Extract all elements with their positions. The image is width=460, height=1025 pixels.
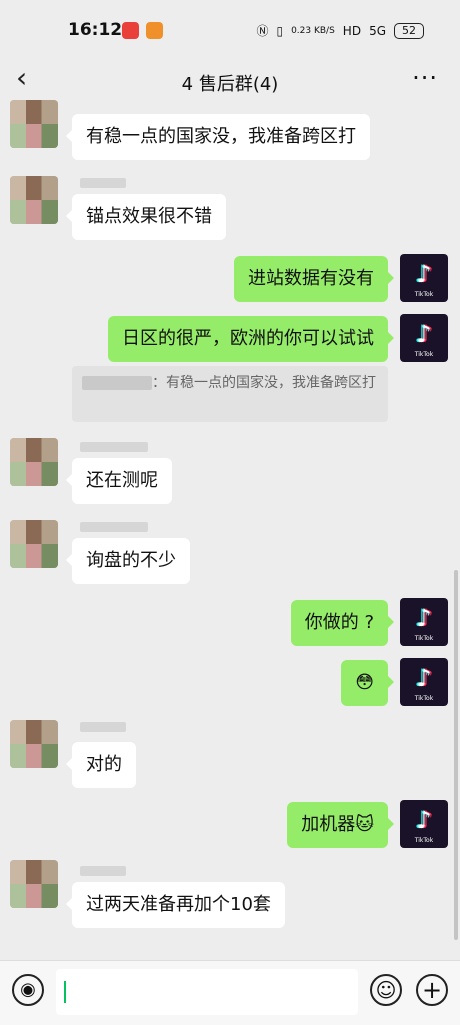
network-speed: 0.23 KB/S bbox=[291, 25, 335, 36]
scrollbar[interactable] bbox=[454, 570, 458, 940]
avatar[interactable]: ♪ TikTok bbox=[400, 658, 448, 706]
sender-name bbox=[80, 722, 126, 732]
nfc-icon: Ⓝ bbox=[256, 24, 269, 38]
avatar[interactable]: ♪ TikTok bbox=[400, 598, 448, 646]
avatar[interactable]: ♪ TikTok bbox=[400, 314, 448, 362]
sender-name bbox=[80, 522, 148, 532]
message-bubble[interactable]: 还在测呢 bbox=[66, 458, 172, 504]
hd-icon: HD bbox=[342, 23, 362, 38]
chat-header: ‹ 4 售后群(4) ··· bbox=[0, 52, 460, 108]
chat-title: 4 售后群(4) bbox=[181, 74, 279, 95]
message-bubble[interactable]: 加机器🐱 bbox=[287, 802, 394, 848]
avatar[interactable]: ♪ TikTok bbox=[400, 800, 448, 848]
message-bubble[interactable]: 对的 bbox=[66, 742, 136, 788]
battery-level: 52 bbox=[394, 22, 424, 39]
avatar[interactable]: ♪ TikTok bbox=[400, 254, 448, 302]
vibrate-icon: ▯ bbox=[276, 23, 284, 38]
message-bubble[interactable]: 有稳一点的国家没，我准备跨区打 bbox=[66, 114, 370, 160]
message-bubble[interactable]: 锚点效果很不错 bbox=[66, 194, 226, 240]
tiktok-icon: ♪ bbox=[416, 664, 432, 692]
avatar[interactable] bbox=[10, 438, 58, 486]
tiktok-icon: ♪ bbox=[416, 260, 432, 288]
avatar[interactable] bbox=[10, 720, 58, 768]
tiktok-icon: ♪ bbox=[416, 320, 432, 348]
tiktok-icon: ♪ bbox=[416, 806, 432, 834]
message-input[interactable] bbox=[56, 969, 358, 1015]
message-bubble[interactable]: 😳 bbox=[341, 660, 394, 706]
avatar[interactable] bbox=[10, 520, 58, 568]
sender-name bbox=[80, 178, 126, 188]
message-bubble[interactable]: 日区的很严，欧洲的你可以试试 bbox=[108, 316, 394, 362]
message-bubble[interactable]: 进站数据有没有 bbox=[234, 256, 394, 302]
app-notification-icon bbox=[122, 22, 139, 39]
message-bubble[interactable]: 询盘的不少 bbox=[66, 538, 190, 584]
avatar[interactable] bbox=[10, 176, 58, 224]
status-indicators: Ⓝ ▯ 0.23 KB/S HD 5G 52 bbox=[256, 22, 424, 39]
sender-name bbox=[80, 442, 148, 452]
voice-icon[interactable]: ◉ bbox=[12, 974, 44, 1006]
signal-icon: 5G bbox=[369, 23, 386, 38]
more-icon[interactable]: ··· bbox=[412, 64, 438, 92]
plus-icon[interactable]: + bbox=[416, 974, 448, 1006]
status-time: 16:12 bbox=[68, 20, 123, 40]
blurred-name bbox=[82, 376, 152, 390]
sender-name bbox=[80, 866, 126, 876]
status-bar: 16:12 Ⓝ ▯ 0.23 KB/S HD 5G 52 bbox=[0, 0, 460, 52]
avatar[interactable] bbox=[10, 860, 58, 908]
message-bubble[interactable]: 过两天准备再加个10套 bbox=[66, 882, 285, 928]
input-bar: ◉ ☺ + bbox=[0, 960, 460, 1025]
text-caret bbox=[64, 981, 66, 1003]
quoted-message[interactable]: ：有稳一点的国家没，我准备跨区打 bbox=[72, 366, 388, 422]
message-bubble[interactable]: 你做的 ? bbox=[290, 600, 395, 646]
tiktok-icon: ♪ bbox=[416, 604, 432, 632]
emoji-icon[interactable]: ☺ bbox=[370, 974, 402, 1006]
avatar[interactable] bbox=[10, 100, 58, 148]
app-notification-icon bbox=[146, 22, 163, 39]
